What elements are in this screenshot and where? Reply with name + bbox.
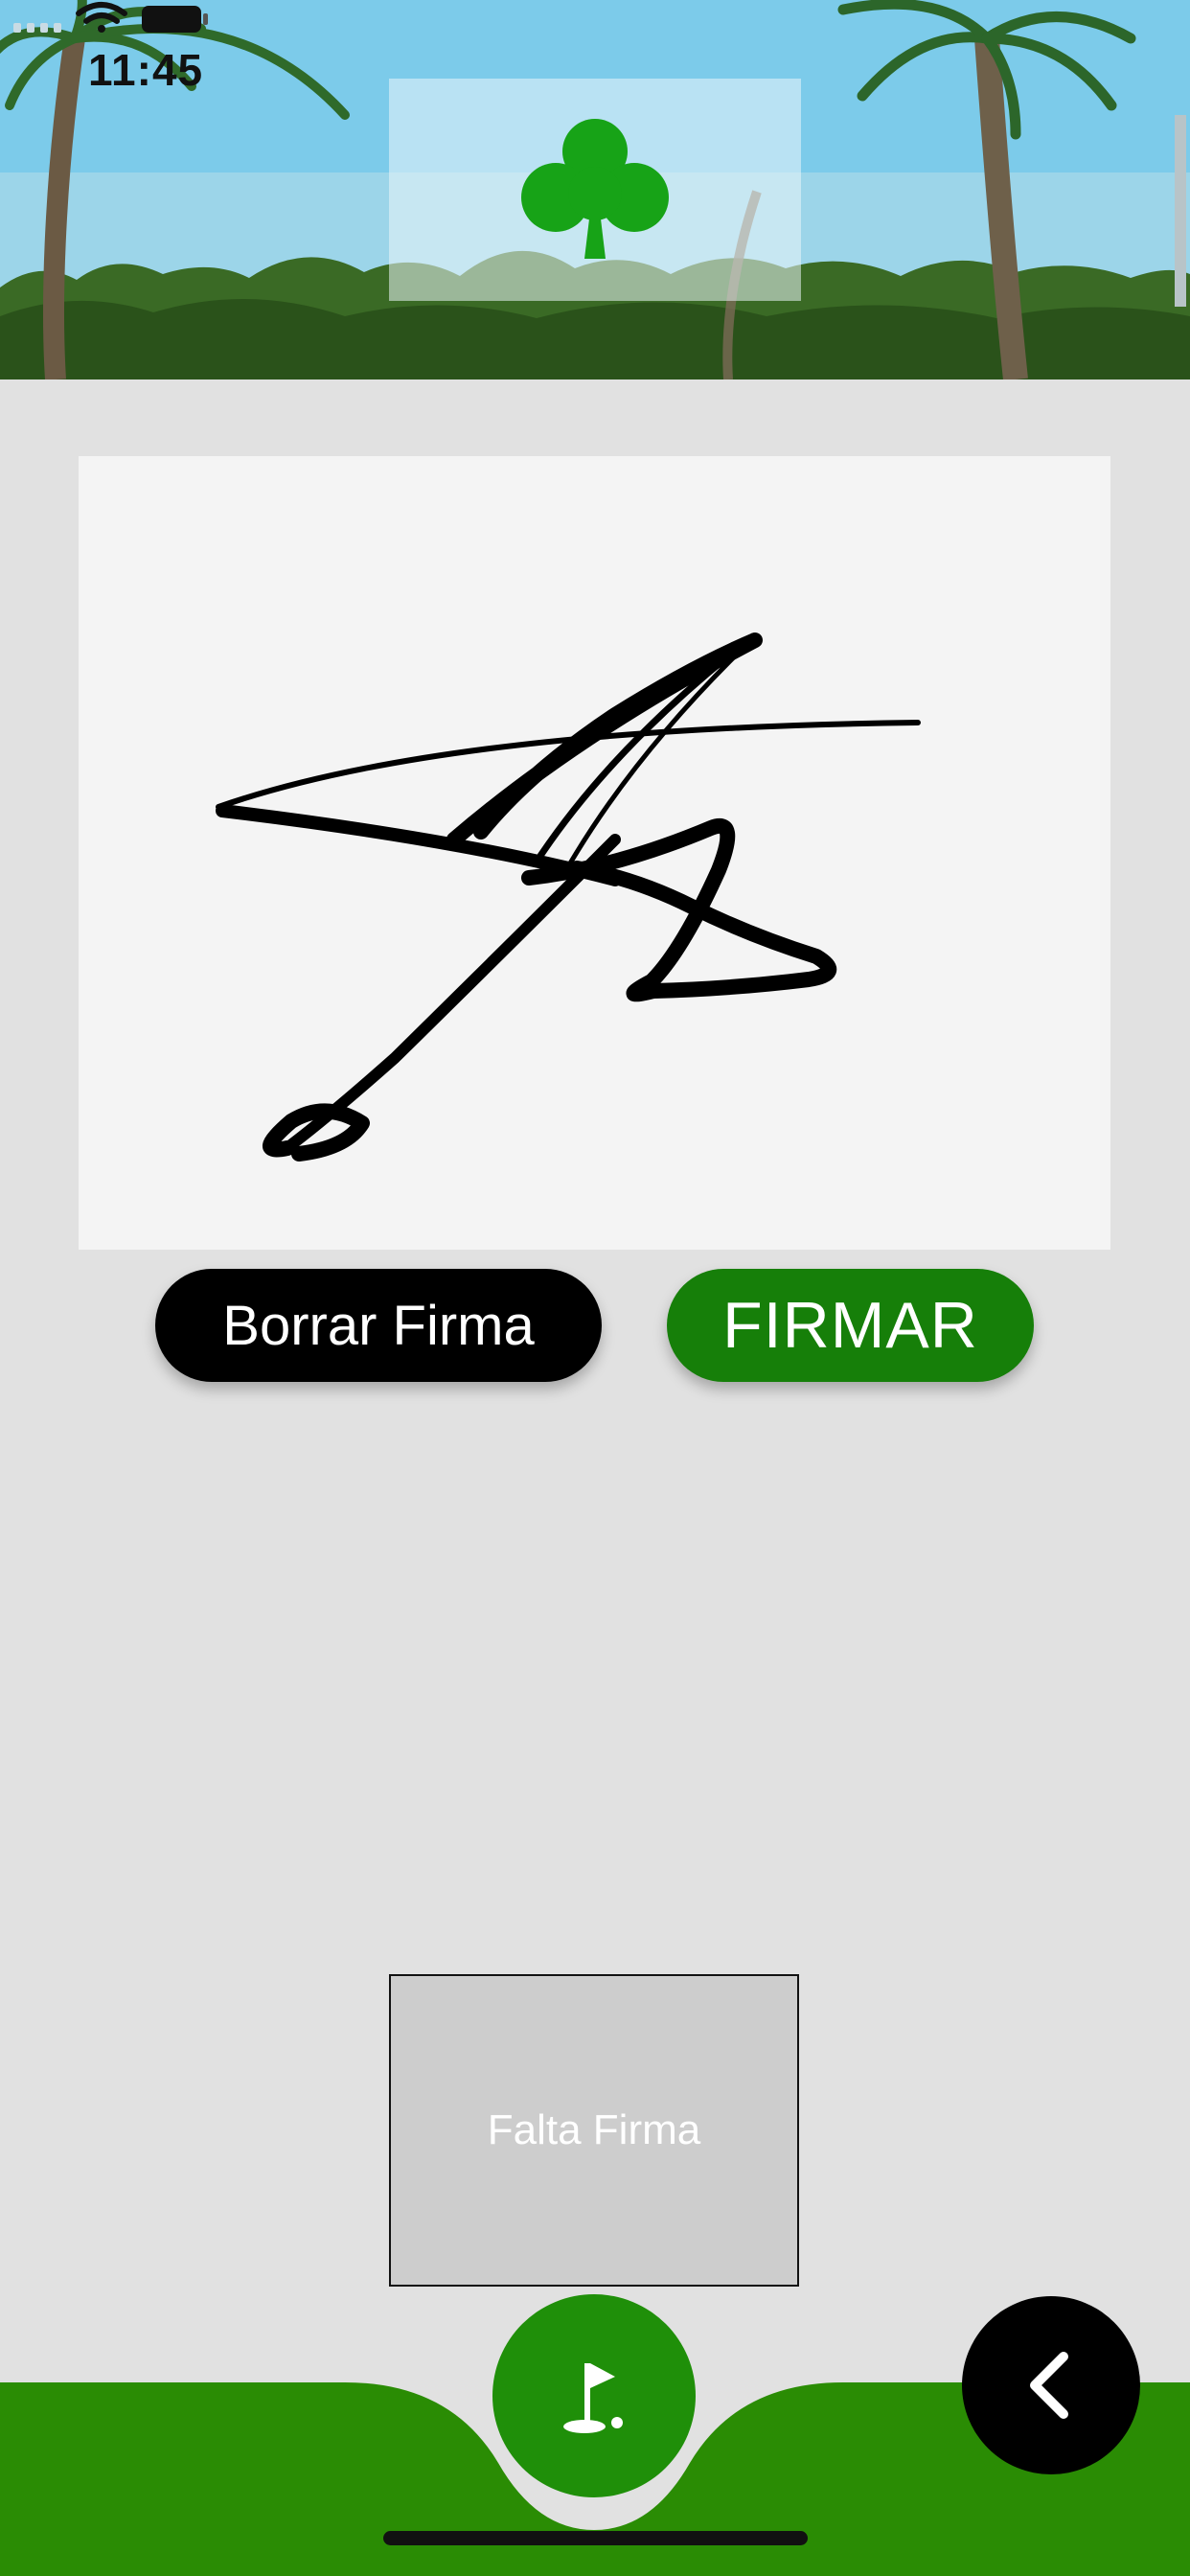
signature-preview: Falta Firma [389,1974,799,2287]
signal-icon [13,23,61,33]
clear-signature-button[interactable]: Borrar Firma [155,1269,602,1382]
missing-signature-text: Falta Firma [487,2106,701,2153]
home-golf-button[interactable] [492,2294,696,2497]
home-indicator[interactable] [383,2531,808,2545]
golf-flag-icon [563,2363,623,2433]
chevron-left-icon [1030,2352,1068,2419]
signature-drawing [216,632,921,1162]
back-button[interactable] [962,2296,1140,2474]
wifi-icon [76,2,127,33]
status-icons [13,2,208,33]
status-time: 11:45 [88,45,204,95]
club-logo [389,79,801,301]
sign-label: FIRMAR [722,1289,978,1362]
sign-button[interactable]: FIRMAR [667,1269,1034,1382]
header-banner: 11:45 [0,0,1190,380]
signature-pad[interactable] [79,456,1110,1250]
battery-icon [142,6,208,33]
clear-signature-label: Borrar Firma [222,1294,535,1357]
shamrock-icon [521,119,669,259]
